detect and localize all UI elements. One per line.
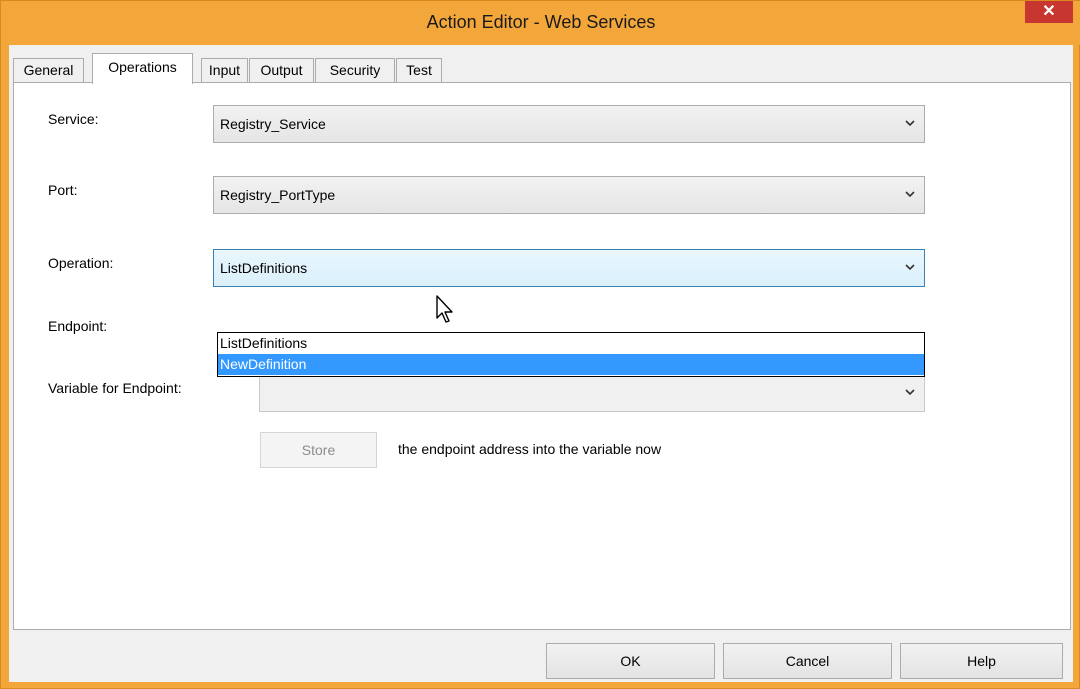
service-label: Service: [48,111,99,127]
dialog-client: General Operations Input Output Security… [9,45,1073,682]
store-button[interactable]: Store [260,432,377,468]
close-button[interactable]: ✕ [1025,1,1073,23]
tab-input[interactable]: Input [201,58,248,83]
tab-security[interactable]: Security [315,58,395,83]
help-button[interactable]: Help [900,643,1063,679]
ok-button[interactable]: OK [546,643,715,679]
tab-general[interactable]: General [13,58,84,83]
service-value: Registry_Service [220,116,326,132]
operation-label: Operation: [48,255,114,271]
window-title: Action Editor - Web Services [426,12,656,32]
tab-output[interactable]: Output [249,58,314,83]
variable-select[interactable] [259,374,925,412]
close-icon: ✕ [1042,3,1056,20]
store-description: the endpoint address into the variable n… [398,441,662,457]
chevron-down-icon [905,264,915,271]
port-label: Port: [48,182,78,198]
chevron-down-icon [905,191,915,198]
port-value: Registry_PortType [220,187,336,203]
service-select[interactable]: Registry_Service [213,105,925,143]
variable-label: Variable for Endpoint: [48,380,182,396]
tab-operations[interactable]: Operations [92,53,193,84]
chevron-down-icon [905,120,915,127]
tab-test[interactable]: Test [396,58,442,83]
dropdown-option-newdefinition[interactable]: NewDefinition [218,354,924,375]
operation-value: ListDefinitions [220,260,308,276]
endpoint-label: Endpoint: [48,318,108,334]
operations-panel: Service: Registry_Service Port: Registry… [13,82,1071,630]
operation-select[interactable]: ListDefinitions [213,249,925,287]
title-bar[interactable]: Action Editor - Web Services ✕ [1,1,1080,45]
dropdown-option-listdefinitions[interactable]: ListDefinitions [218,333,924,354]
action-editor-window: Action Editor - Web Services ✕ General O… [0,0,1080,689]
chevron-down-icon [905,389,915,396]
cancel-button[interactable]: Cancel [723,643,892,679]
mouse-pointer-icon [436,295,453,323]
operation-dropdown-list: ListDefinitions NewDefinition [217,332,925,377]
port-select[interactable]: Registry_PortType [213,176,925,214]
